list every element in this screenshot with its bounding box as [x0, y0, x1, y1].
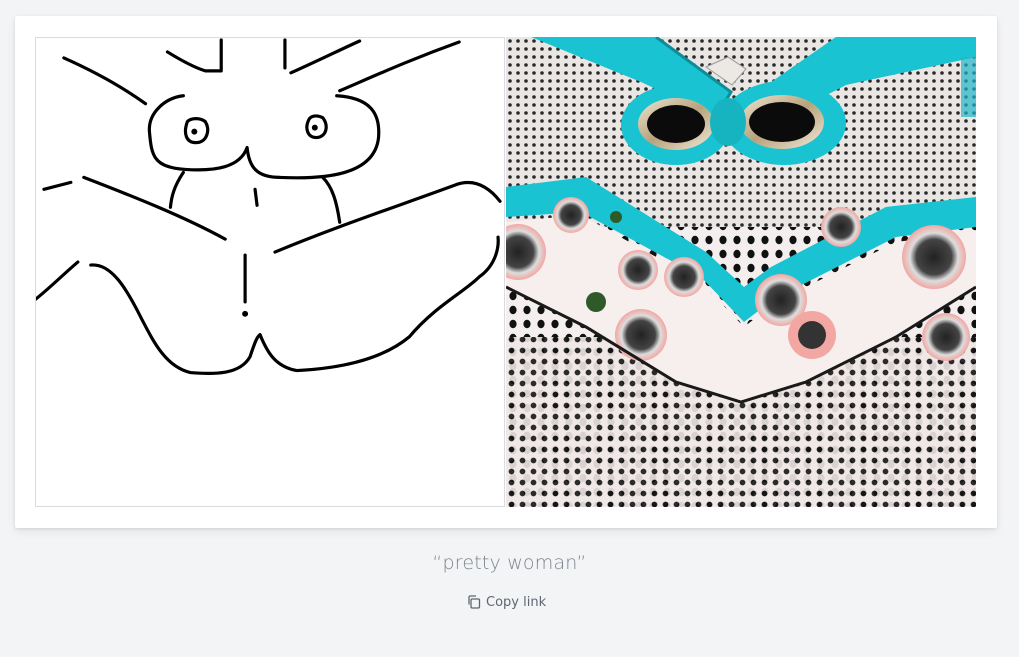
copy-link-label: Copy link — [486, 594, 547, 610]
prompt-caption: “pretty woman” — [432, 552, 587, 574]
generated-image — [506, 37, 976, 507]
copy-link-button[interactable]: Copy link — [466, 594, 546, 610]
copy-icon — [468, 595, 481, 609]
image-card — [15, 16, 997, 528]
sketch-image — [35, 37, 505, 507]
